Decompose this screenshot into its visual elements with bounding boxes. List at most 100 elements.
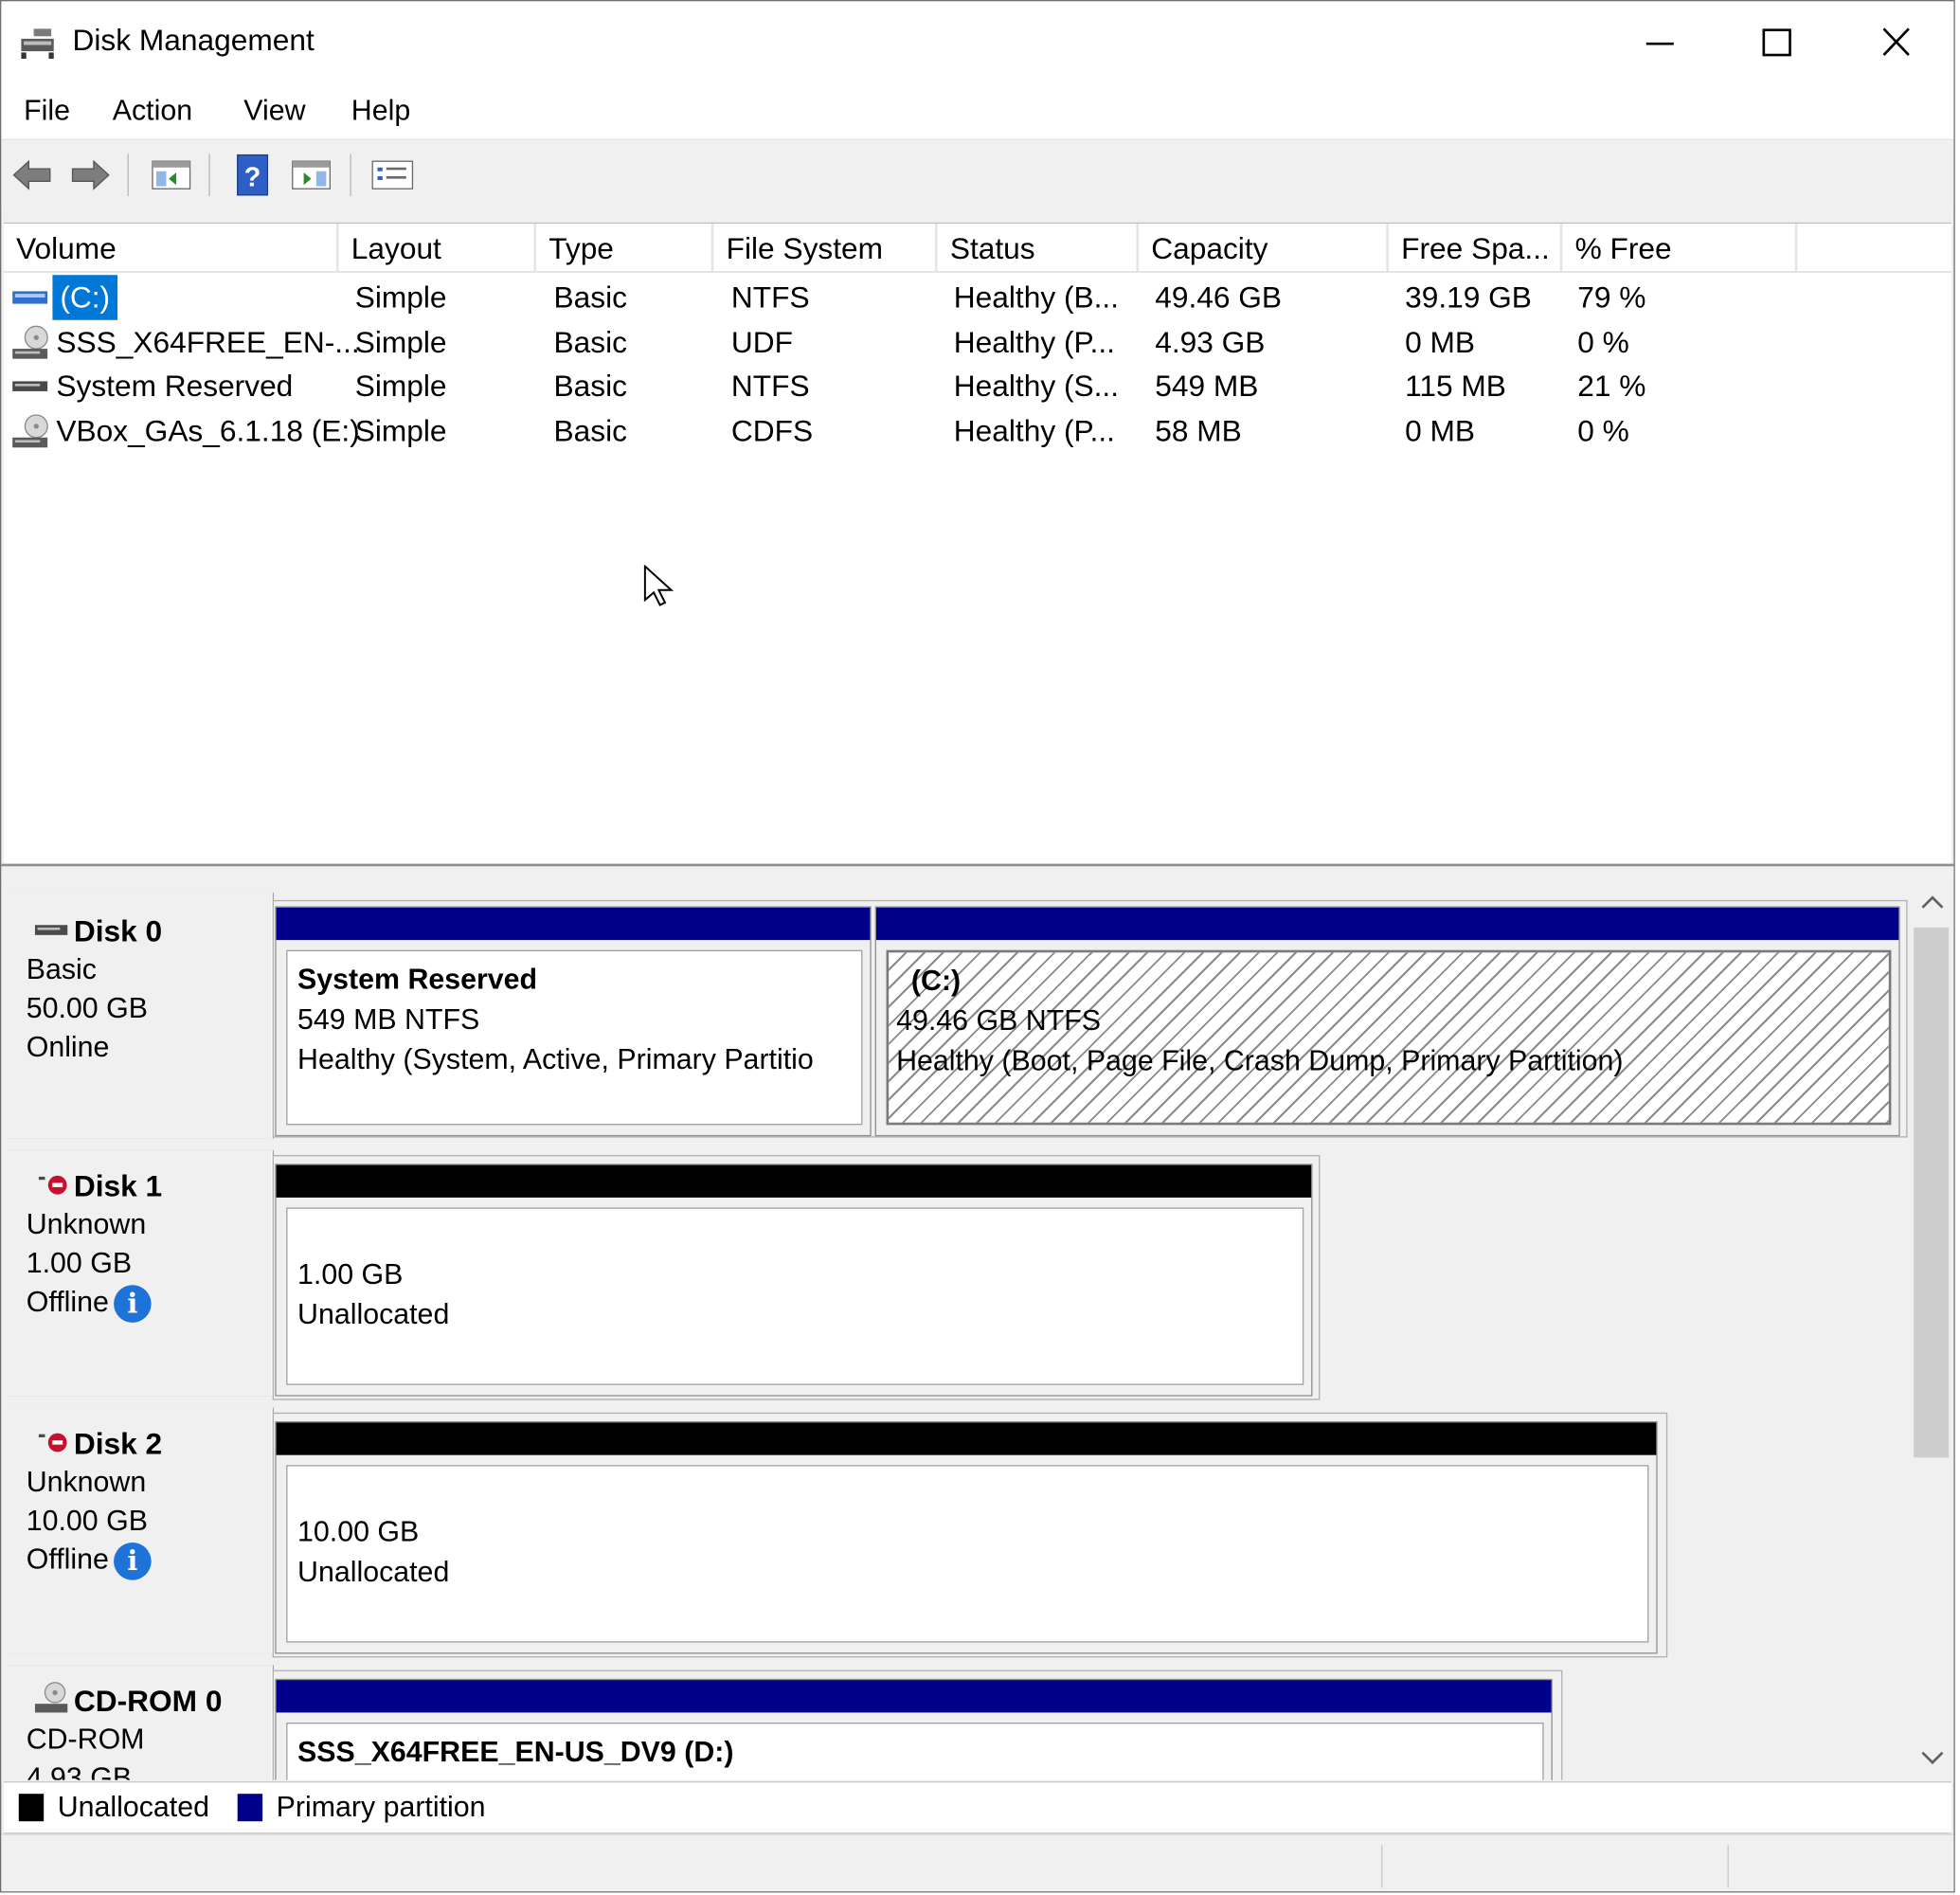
- column-header-layout[interactable]: Layout: [339, 224, 537, 272]
- volume-row[interactable]: VBox_GAs_6.1.18 (E:) Simple Basic CDFS H…: [4, 408, 1951, 453]
- partition-title: System Reserved: [297, 962, 538, 996]
- disk-partition-area: 10.00 GB Unallocated: [272, 1412, 1668, 1658]
- partition-size: 4.93 GB UDF: [297, 1771, 1533, 1779]
- pane-splitter[interactable]: [1, 863, 1954, 879]
- legend-label-unallocated: Unallocated: [57, 1790, 209, 1823]
- toolbar: ?: [1, 141, 1954, 207]
- volume-layout: Simple: [354, 280, 447, 316]
- partition-unallocated[interactable]: 1.00 GB Unallocated: [275, 1164, 1313, 1397]
- disk-size: 4.93 GB: [26, 1760, 133, 1780]
- disk-size: 10.00 GB: [26, 1504, 148, 1537]
- menu-action[interactable]: Action: [113, 94, 192, 128]
- disk-partition-area: System Reserved 549 MB NTFS Healthy (Sys…: [272, 899, 1908, 1138]
- volume-row[interactable]: (C:) Simple Basic NTFS Healthy (B... 49.…: [4, 275, 1951, 320]
- column-header-status[interactable]: Status: [938, 224, 1140, 272]
- volume-file-system: NTFS: [730, 370, 810, 405]
- column-header-capacity[interactable]: Capacity: [1139, 224, 1389, 272]
- volume-status: Healthy (P...: [953, 415, 1115, 449]
- menu-view[interactable]: View: [243, 94, 305, 128]
- volume-type: Basic: [553, 415, 627, 449]
- volume-file-system: UDF: [730, 326, 793, 360]
- disk-state-line: Offline i: [27, 1283, 272, 1323]
- disk-partition-area: SSS_X64FREE_EN-US_DV9 (D:) 4.93 GB UDF: [272, 1669, 1563, 1780]
- partition-status: Healthy (System, Active, Primary Partiti…: [297, 1042, 814, 1075]
- scroll-up-arrow-icon[interactable]: [1918, 893, 1946, 912]
- column-header-percent-free[interactable]: % Free: [1562, 224, 1798, 272]
- toolbar-separator: [350, 153, 351, 197]
- show-hide-action-pane-icon: [292, 160, 332, 190]
- volume-name: SSS_X64FREE_EN-...: [56, 326, 360, 360]
- volume-row[interactable]: System Reserved Simple Basic NTFS Health…: [4, 364, 1951, 408]
- properties-button[interactable]: [369, 152, 416, 199]
- volume-capacity: 549 MB: [1155, 370, 1259, 405]
- disk-name: CD-ROM 0: [73, 1685, 223, 1720]
- partition-body: SSS_X64FREE_EN-US_DV9 (D:) 4.93 GB UDF: [286, 1722, 1544, 1780]
- console-tree-button[interactable]: [148, 152, 195, 199]
- partition-cd-rom[interactable]: SSS_X64FREE_EN-US_DV9 (D:) 4.93 GB UDF: [275, 1678, 1553, 1780]
- menu-help[interactable]: Help: [351, 94, 410, 128]
- forward-button[interactable]: [66, 152, 114, 199]
- back-button[interactable]: [9, 152, 56, 199]
- help-button[interactable]: ?: [228, 152, 276, 199]
- unallocated-bar: [276, 1422, 1657, 1455]
- column-header-file-system[interactable]: File System: [713, 224, 938, 272]
- unallocated-swatch: [18, 1794, 45, 1822]
- volume-percent-free: 21 %: [1577, 370, 1646, 405]
- disk-kind: Basic: [26, 952, 97, 985]
- disk-label[interactable]: Disk 2 Unknown 10.00 GB Offline i: [6, 1407, 273, 1654]
- volume-file-system: CDFS: [730, 415, 814, 449]
- disk-name: Disk 1: [73, 1169, 163, 1204]
- partition-body: System Reserved 549 MB NTFS Healthy (Sys…: [286, 949, 863, 1126]
- primary-partition-bar: [875, 907, 1899, 941]
- partition-c-drive[interactable]: (C:) 49.46 GB NTFS Healthy (Boot, Page F…: [874, 906, 1900, 1137]
- volume-name: (C:): [52, 275, 118, 320]
- action-pane-button[interactable]: [287, 152, 334, 199]
- scroll-down-arrow-icon[interactable]: [1918, 1747, 1946, 1767]
- menu-bar: File Action View Help: [1, 83, 1954, 140]
- close-button[interactable]: [1852, 11, 1939, 74]
- vertical-scrollbar[interactable]: [1911, 882, 1954, 1780]
- volume-row[interactable]: SSS_X64FREE_EN-... Simple Basic UDF Heal…: [4, 320, 1951, 365]
- minimize-button[interactable]: [1616, 11, 1703, 74]
- volume-name: VBox_GAs_6.1.18 (E:): [56, 415, 360, 449]
- volume-layout: Simple: [354, 415, 447, 449]
- disk-graphical-view: Disk 0 Basic 50.00 GB Online System Rese…: [1, 882, 1912, 1780]
- disk-state: Offline: [26, 1543, 109, 1576]
- column-header-free-space[interactable]: Free Spa...: [1389, 224, 1563, 272]
- disk-management-window: Disk Management File Action View Help ?: [0, 0, 1955, 1893]
- offline-disk-icon: [38, 1175, 67, 1195]
- maximize-icon: [1762, 28, 1791, 57]
- disk-kind: CD-ROM: [26, 1722, 145, 1756]
- disk-label[interactable]: Disk 1 Unknown 1.00 GB Offline i: [6, 1149, 273, 1397]
- partition-size: 1.00 GB: [297, 1257, 404, 1290]
- toolbar-separator: [127, 153, 129, 197]
- disk-label[interactable]: Disk 0 Basic 50.00 GB Online: [6, 892, 273, 1139]
- volume-free-space: 0 MB: [1405, 415, 1476, 449]
- info-icon[interactable]: i: [114, 1542, 152, 1580]
- disk-name: Disk 2: [73, 1427, 163, 1462]
- forward-arrow-icon: [71, 159, 110, 190]
- disk-state-line: Offline i: [26, 1540, 272, 1580]
- partition-body: 10.00 GB Unallocated: [286, 1465, 1649, 1643]
- cd-drive-icon: [12, 325, 48, 359]
- back-arrow-icon: [12, 159, 51, 190]
- volume-list-header: Volume Layout Type File System Status Ca…: [3, 224, 1951, 273]
- toolbar-separator: [208, 153, 210, 197]
- title-bar[interactable]: Disk Management: [1, 1, 1954, 84]
- menu-file[interactable]: File: [24, 94, 70, 128]
- window-title: Disk Management: [72, 24, 315, 58]
- partition-status: Unallocated: [297, 1297, 450, 1330]
- show-hide-console-tree-icon: [152, 160, 191, 190]
- disk-kind: Unknown: [26, 1207, 147, 1240]
- scrollbar-thumb[interactable]: [1914, 927, 1950, 1458]
- column-header-volume[interactable]: Volume: [4, 224, 339, 272]
- volume-percent-free: 79 %: [1577, 280, 1646, 316]
- volume-free-space: 39.19 GB: [1405, 280, 1532, 316]
- disk-label[interactable]: CD-ROM 0 CD-ROM 4.93 GB: [6, 1665, 273, 1780]
- disk-state: Offline: [26, 1285, 109, 1318]
- partition-system-reserved[interactable]: System Reserved 549 MB NTFS Healthy (Sys…: [275, 906, 872, 1137]
- maximize-button[interactable]: [1734, 11, 1821, 74]
- info-icon[interactable]: i: [114, 1285, 152, 1323]
- partition-unallocated[interactable]: 10.00 GB Unallocated: [275, 1421, 1658, 1654]
- column-header-type[interactable]: Type: [536, 224, 714, 272]
